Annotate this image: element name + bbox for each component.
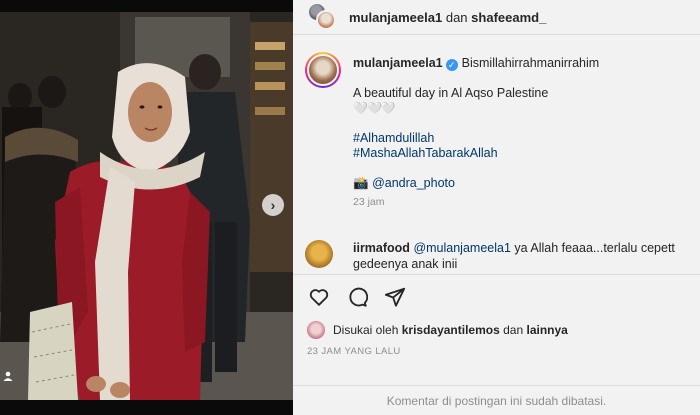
likes-summary[interactable]: Disukai oleh krisdayantilemos dan lainny… — [307, 321, 568, 339]
collab-usernames: mulanjameela1 dan shafeeamd_ — [349, 10, 546, 25]
likes-others-link[interactable]: lainnya — [526, 323, 567, 337]
post-media[interactable]: › — [0, 0, 293, 415]
liker-username[interactable]: krisdayantilemos — [402, 323, 500, 337]
caption-time[interactable]: 23 jam — [353, 195, 689, 210]
hashtag-link[interactable]: #Alhamdulillah — [353, 131, 689, 146]
header-user-link[interactable]: shafeeamd_ — [471, 10, 546, 25]
tagged-user-icon[interactable] — [2, 370, 14, 382]
caption-username[interactable]: mulanjameela1 — [353, 56, 443, 70]
commenter-avatar[interactable] — [305, 240, 333, 268]
comment-mention[interactable]: @mulanjameela1 — [413, 241, 510, 255]
caption-first-line: Bismillahirrahmanirrahim — [461, 56, 600, 70]
post-header: mulanjameela1 dan shafeeamd_ — [293, 0, 700, 35]
avatar — [316, 10, 336, 30]
photo-illustration — [0, 12, 293, 400]
likes-prefix: Disukai oleh — [333, 323, 399, 337]
camera-emoji: 📸 — [353, 176, 369, 190]
footer-text: Komentar di postingan ini sudah dibatasi… — [386, 393, 607, 408]
caption-text: A beautiful day in Al Aqso Palestine — [353, 86, 549, 100]
next-photo-button[interactable]: › — [262, 194, 284, 216]
caption-avatar[interactable] — [305, 52, 341, 88]
header-user-link[interactable]: mulanjameela1 — [349, 10, 442, 25]
post-photo — [0, 12, 293, 400]
action-bar — [307, 285, 407, 309]
comment-body: iirmafood @mulanjameela1 ya Allah feaaa.… — [353, 240, 689, 272]
header-separator: dan — [445, 9, 468, 25]
post-timestamp[interactable]: 23 JAM YANG LALU — [307, 346, 401, 357]
photo-credit-link[interactable]: @andra_photo — [372, 176, 455, 190]
verified-badge-icon: ✓ — [445, 59, 458, 71]
caption-body: mulanjameela1 ✓ Bismillahirrahmanirrahim A… — [353, 56, 689, 210]
post-detail-panel: mulanjameela1 dan shafeeamd_ mulanjameel… — [293, 0, 700, 415]
comments-limited-notice: Komentar di postingan ini sudah dibatasi… — [293, 385, 700, 415]
collab-avatars[interactable] — [307, 2, 339, 32]
heart-icon[interactable] — [307, 285, 331, 309]
avatar — [307, 321, 325, 339]
comment-icon[interactable] — [345, 285, 369, 309]
share-icon[interactable] — [383, 285, 407, 309]
hashtag-link[interactable]: #MashaAllahTabarakAllah — [353, 146, 689, 161]
likes-connector: dan — [503, 323, 524, 337]
commenter-username[interactable]: iirmafood — [353, 241, 410, 255]
heart-emojis: 🤍🤍🤍 — [353, 101, 396, 115]
divider — [293, 274, 700, 275]
